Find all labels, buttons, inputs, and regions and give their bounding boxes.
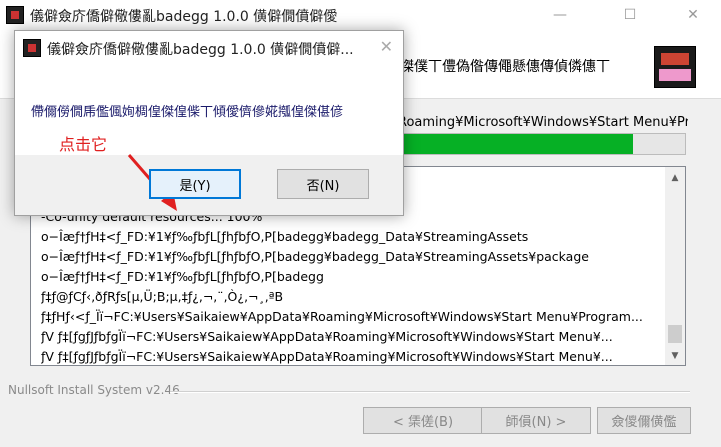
log-line: ƒ‡ƒ@ƒCƒ‹‚ðƒRƒs[µ,Ü;B;µ,‡ƒ¿,¬,¨‚Ò¿‚¬¸‚ªB	[41, 289, 284, 304]
dialog-title: 儀僻僉庎僑僻儆僂亂badegg 1.0.0 僙僻僩僨僻...	[47, 42, 354, 58]
close-button[interactable]: ✕	[670, 0, 716, 30]
log-line: ƒV ƒ‡[ƒgƒJƒbƒgÏï¬FC:¥Users¥Saikaiew¥AppD…	[41, 349, 613, 364]
app-icon	[6, 6, 24, 24]
banner-text: 傑僕丅僼偽偺傳僶懸僡傳偵僯僡丅	[400, 59, 610, 75]
dialog-app-icon	[23, 39, 41, 57]
current-path-text: Roaming¥Microsoft¥Windows¥Start Menu¥Pro…	[398, 115, 688, 130]
window-title: 儀僻僉庎僑僻儆僂亂badegg 1.0.0 僙僻僩僨僻僾	[30, 9, 338, 25]
log-line: o−Îæƒ†ƒH‡<ƒ_FD:¥1¥ƒ‰ƒbƒL[ƒhƒbƒO,P[badegg	[41, 269, 324, 284]
back-button[interactable]: < 栠傞(B)	[363, 407, 483, 434]
dialog-close-icon[interactable]: ✕	[380, 37, 393, 56]
log-scrollbar[interactable]: ▲ ▼	[665, 167, 685, 365]
dialog-message: 僀儞僗僩乕儖偑姰椆偟傑偟偨丅傾僾儕傪婲摦偟傑偡偐	[31, 105, 344, 120]
log-line: ƒV ƒ‡[ƒgƒJƒbƒgÏï¬FC:¥Users¥Saikaiew¥AppD…	[41, 329, 613, 344]
scroll-down-icon[interactable]: ▼	[665, 347, 685, 365]
annotation-label: 点击它	[59, 135, 108, 154]
next-button[interactable]: 師傊(N) >	[481, 407, 591, 434]
app-logo-icon	[654, 46, 696, 88]
confirm-dialog: 儀僻僉庎僑僻儆僂亂badegg 1.0.0 僙僻僩僨僻... ✕ 僀儞僗僩乕儖偑…	[14, 30, 404, 216]
no-button[interactable]: 否(N)	[277, 169, 369, 199]
log-line: o−Îæƒ†ƒH‡<ƒ_FD:¥1¥ƒ‰ƒbƒL[ƒhƒbƒO,P[badegg…	[41, 229, 529, 244]
yes-button[interactable]: 是(Y)	[149, 169, 241, 199]
footer-divider	[170, 391, 690, 393]
title-bar: 儀僻僉庎僑僻儆僂亂badegg 1.0.0 僙僻僩僨僻僾 — ☐ ✕	[0, 0, 721, 30]
log-line: ƒ‡ƒHƒ‹<ƒ_Ïï¬FC:¥Users¥Saikaiew¥AppData¥R…	[41, 309, 643, 324]
maximize-button[interactable]: ☐	[607, 0, 653, 30]
dialog-title-bar: 儀僻僉庎僑僻儆僂亂badegg 1.0.0 僙僻僩僨僻... ✕	[15, 31, 403, 63]
scroll-up-icon[interactable]: ▲	[665, 169, 685, 187]
log-line: o−Îæƒ†ƒH‡<ƒ_FD:¥1¥ƒ‰ƒbƒL[ƒhƒbƒO,P[badegg…	[41, 249, 589, 264]
cancel-button[interactable]: 僉儍儞僙儖	[597, 407, 691, 434]
nsis-brand: Nullsoft Install System v2.46	[8, 383, 180, 397]
minimize-button[interactable]: —	[537, 0, 583, 30]
scroll-thumb[interactable]	[668, 325, 682, 343]
